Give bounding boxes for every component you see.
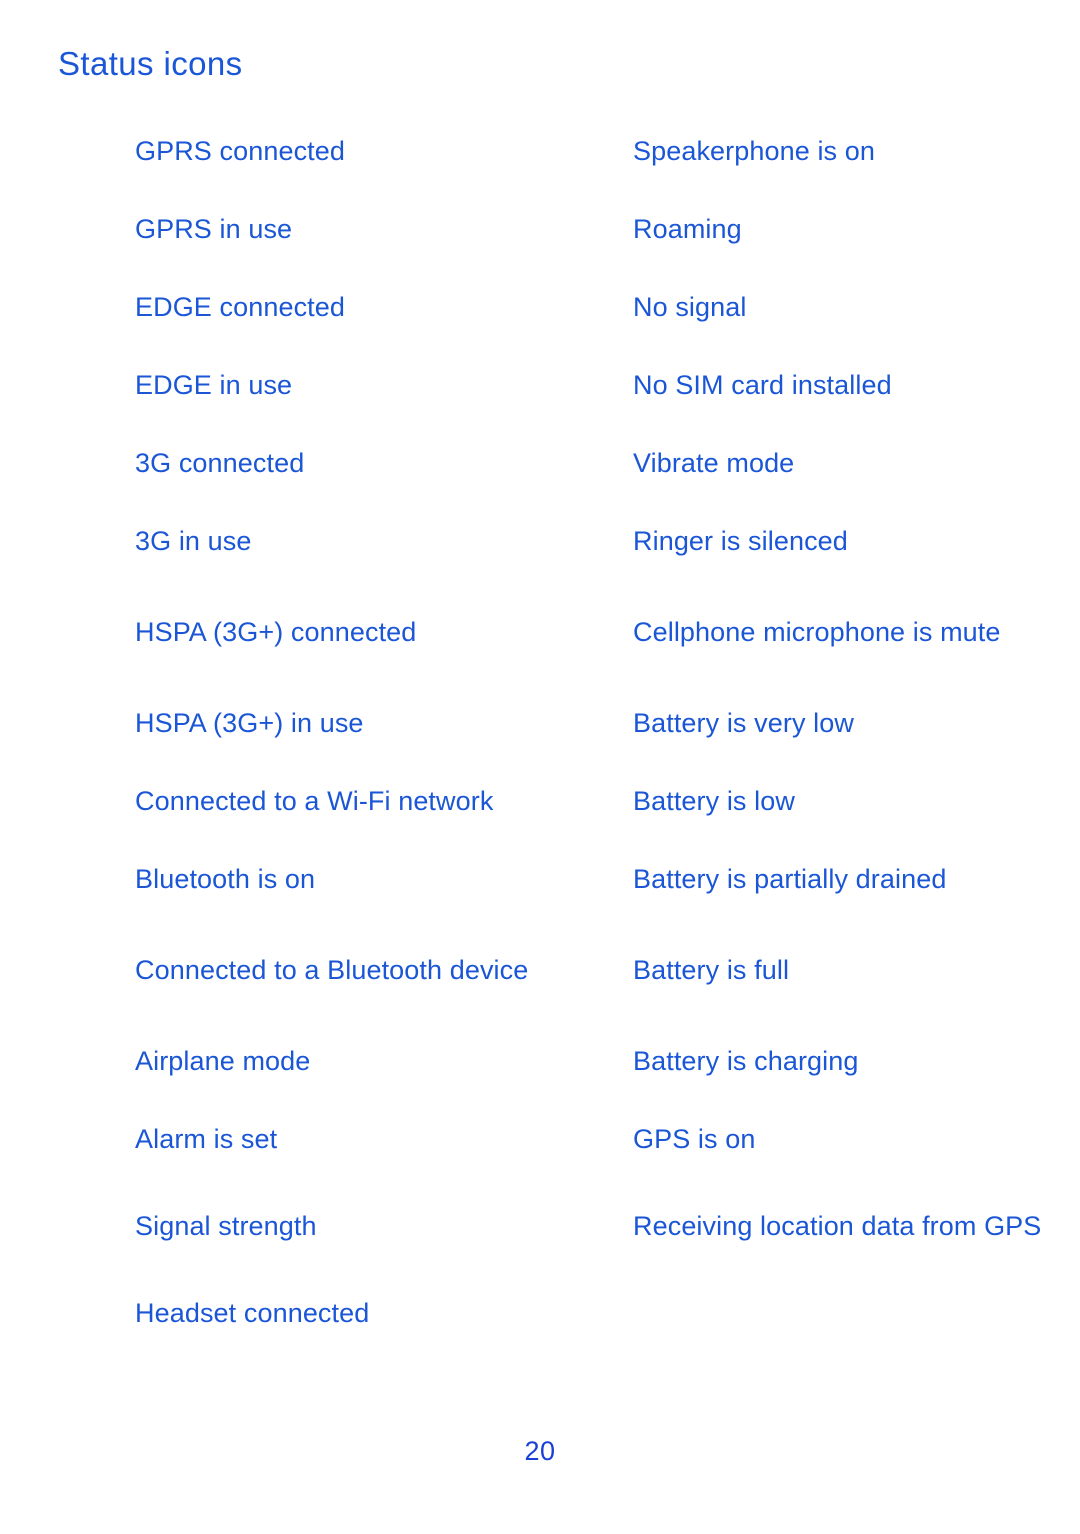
status-icon-description-right: Battery is charging	[633, 1042, 1080, 1080]
status-icon-description-right: GPS is on	[633, 1120, 1080, 1158]
table-row: Connected to a Bluetooth device Battery …	[0, 918, 1080, 1022]
status-icon-label: HSPA (3G+) in use	[135, 708, 364, 738]
status-icon-label: HSPA (3G+) connected	[135, 617, 417, 647]
status-icon-description-left: Connected to a Bluetooth device	[0, 951, 633, 989]
table-row: Alarm is set GPS is on	[0, 1100, 1080, 1178]
status-icon-description-right: Vibrate mode	[633, 444, 1080, 482]
status-icon-label: Headset connected	[135, 1298, 370, 1328]
status-icon-description-left: Alarm is set	[0, 1120, 633, 1158]
status-icon-label: Alarm is set	[135, 1124, 278, 1154]
table-row: Bluetooth is on Battery is partially dra…	[0, 840, 1080, 918]
status-icon-label: Battery is partially drained	[633, 864, 947, 894]
table-row: HSPA (3G+) in use Battery is very low	[0, 684, 1080, 762]
status-icon-label: Ringer is silenced	[633, 526, 848, 556]
table-row: EDGE in use No SIM card installed	[0, 346, 1080, 424]
status-icon-label: Battery is very low	[633, 708, 854, 738]
status-icon-label: Connected to a Wi-Fi network	[135, 786, 494, 816]
status-icon-description-left: Bluetooth is on	[0, 860, 633, 898]
table-row: Airplane mode Battery is charging	[0, 1022, 1080, 1100]
status-icon-description-left: 3G in use	[0, 522, 633, 560]
status-icon-label: Signal strength	[135, 1211, 317, 1241]
status-icon-label: GPRS connected	[135, 136, 346, 166]
table-row: HSPA (3G+) connected Cellphone microphon…	[0, 580, 1080, 684]
status-icon-label: Connected to a Bluetooth device	[135, 955, 529, 985]
status-icon-label: Roaming	[633, 214, 742, 244]
status-icon-description-left: EDGE in use	[0, 366, 633, 404]
table-row: GPRS connected Speakerphone is on	[0, 112, 1080, 190]
status-icon-description-left: HSPA (3G+) in use	[0, 704, 633, 742]
status-icon-description-right: Battery is very low	[633, 704, 1080, 742]
status-icon-label: Vibrate mode	[633, 448, 795, 478]
table-row: 3G in use Ringer is silenced	[0, 502, 1080, 580]
status-icon-label: Battery is charging	[633, 1046, 859, 1076]
status-icon-description-left: Connected to a Wi-Fi network	[0, 782, 633, 820]
status-icon-description-right: Speakerphone is on	[633, 132, 1080, 170]
status-icon-description-right: Ringer is silenced	[633, 522, 1080, 560]
status-icon-description-left: HSPA (3G+) connected	[0, 613, 633, 651]
status-icon-description-left: EDGE connected	[0, 288, 633, 326]
status-icon-description-right: No SIM card installed	[633, 366, 1080, 404]
status-icon-description-right: Battery is low	[633, 782, 1080, 820]
status-icon-description-left: GPRS in use	[0, 210, 633, 248]
status-icon-description-left: GPRS connected	[0, 132, 633, 170]
status-icon-label: EDGE in use	[135, 370, 293, 400]
status-icon-label: Airplane mode	[135, 1046, 311, 1076]
page-number: 20	[524, 1436, 556, 1466]
status-icon-label: Battery is low	[633, 786, 795, 816]
status-icon-label: Battery is full	[633, 955, 790, 985]
table-row: 3G connected Vibrate mode	[0, 424, 1080, 502]
status-icon-description-right: Receiving location data from GPS	[633, 1207, 1080, 1245]
status-icon-description-right: Roaming	[633, 210, 1080, 248]
status-icon-label: Bluetooth is on	[135, 864, 316, 894]
status-icon-description-left: 3G connected	[0, 444, 633, 482]
status-icon-description-right: Cellphone microphone is mute	[633, 613, 1080, 651]
document-page: Status icons GPRS connected Speakerphone…	[0, 0, 1080, 1534]
status-icon-label: 3G in use	[135, 526, 252, 556]
status-icon-label: EDGE connected	[135, 292, 346, 322]
table-row: Signal strength Receiving location data …	[0, 1178, 1080, 1274]
status-icon-label: Receiving location data from GPS	[633, 1211, 1042, 1241]
table-row: Headset connected	[0, 1274, 1080, 1352]
status-icon-label: Speakerphone is on	[633, 136, 875, 166]
status-icon-label: 3G connected	[135, 448, 305, 478]
table-row: Connected to a Wi-Fi network Battery is …	[0, 762, 1080, 840]
status-icon-description-right: Battery is partially drained	[633, 860, 1080, 898]
page-title: Status icons	[58, 45, 243, 82]
table-row: EDGE connected No signal	[0, 268, 1080, 346]
status-icon-label: GPRS in use	[135, 214, 293, 244]
status-icon-description-left: Headset connected	[0, 1294, 633, 1332]
table-row: GPRS in use Roaming	[0, 190, 1080, 268]
status-icon-description-left: Signal strength	[0, 1207, 633, 1245]
status-icon-label: Cellphone microphone is mute	[633, 617, 1001, 647]
status-icon-label: GPS is on	[633, 1124, 756, 1154]
status-icon-label: No SIM card installed	[633, 370, 892, 400]
status-icon-description-left: Airplane mode	[0, 1042, 633, 1080]
status-icon-label: No signal	[633, 292, 747, 322]
status-icon-description-right: No signal	[633, 288, 1080, 326]
status-icon-description-right: Battery is full	[633, 951, 1080, 989]
status-icons-table: GPRS connected Speakerphone is on GPRS i…	[0, 112, 1080, 1352]
